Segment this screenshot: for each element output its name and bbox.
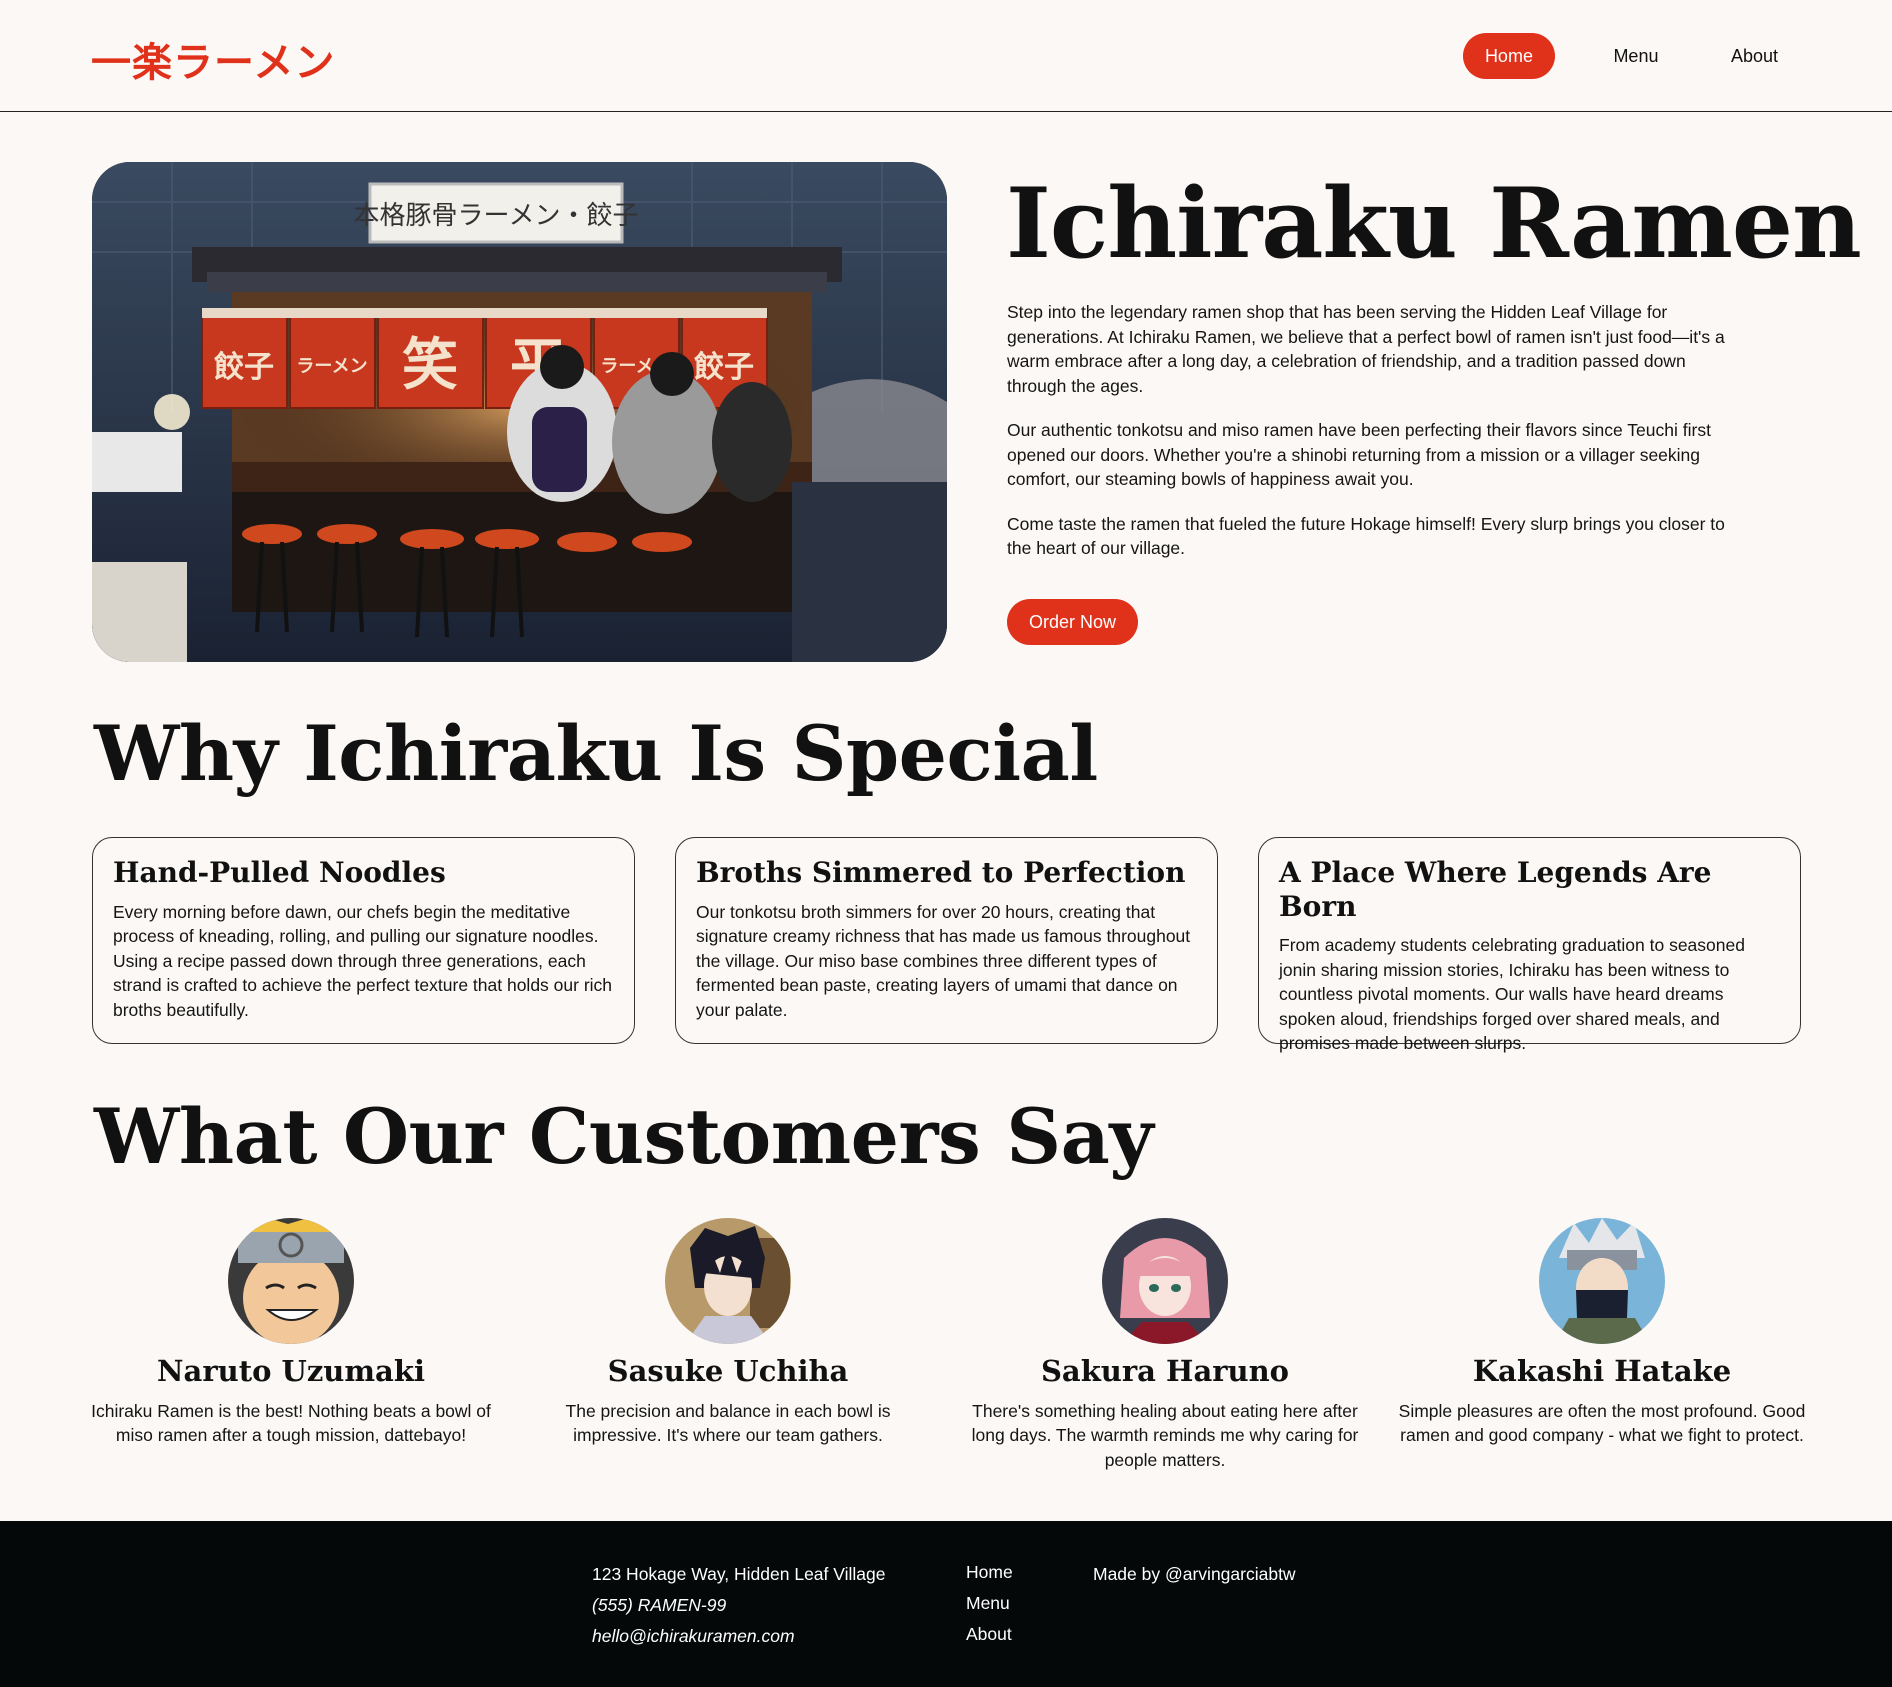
nav-home[interactable]: Home xyxy=(1462,33,1555,79)
feature-title: A Place Where Legends Are Born xyxy=(1279,856,1712,923)
hero-paragraph: Step into the legendary ramen shop that … xyxy=(1007,302,1725,396)
curtain-text-6: 餃子 xyxy=(694,350,754,385)
testimonial-name: Naruto Uzumaki xyxy=(157,1354,425,1388)
avatar-sakura xyxy=(1102,1218,1228,1344)
feature-text: From academy students celebrating gradua… xyxy=(1279,935,1745,1054)
feature-text: Our tonkotsu broth simmers for over 20 h… xyxy=(696,901,1191,1020)
footer-phone[interactable]: (555) RAMEN-99 xyxy=(592,1590,885,1621)
testimonial-card: Sakura Haruno There's something healing … xyxy=(960,1218,1370,1472)
footer-contact: 123 Hokage Way, Hidden Leaf Village (555… xyxy=(592,1559,885,1652)
testimonial-card: Naruto Uzumaki Ichiraku Ramen is the bes… xyxy=(86,1218,496,1448)
features-heading: Why Ichiraku Is Special xyxy=(94,709,1098,798)
avatar-kakashi xyxy=(1539,1218,1665,1344)
footer-address: 123 Hokage Way, Hidden Leaf Village xyxy=(592,1564,886,1584)
testimonial-name: Kakashi Hatake xyxy=(1472,1354,1732,1388)
hero-paragraph: Our authentic tonkotsu and miso ramen ha… xyxy=(1007,420,1711,489)
feature-text: Every morning before dawn, our chefs beg… xyxy=(113,901,613,1020)
testimonial-card: Kakashi Hatake Simple pleasures are ofte… xyxy=(1397,1218,1807,1448)
hero-image: 本格豚骨ラーメン・餃子 餃子 ラーメン 笑 平 ラーメン 餃子 xyxy=(92,162,947,662)
site-footer: 123 Hokage Way, Hidden Leaf Village (555… xyxy=(0,1521,1892,1687)
testimonial-card: Sasuke Uchiha The precision and balance … xyxy=(523,1218,933,1448)
footer-link-about[interactable]: About xyxy=(966,1619,1013,1650)
nav-menu[interactable]: Menu xyxy=(1571,33,1701,79)
ramen-stall-illustration: 本格豚骨ラーメン・餃子 餃子 ラーメン 笑 平 ラーメン 餃子 xyxy=(92,162,947,662)
testimonial-quote: Simple pleasures are often the most prof… xyxy=(1398,1400,1806,1446)
testimonial-quote: Ichiraku Ramen is the best! Nothing beat… xyxy=(91,1400,491,1446)
hero-paragraph: Come taste the ramen that fueled the fut… xyxy=(1007,513,1725,559)
feature-card: Broths Simmered to Perfection Our tonkot… xyxy=(675,837,1218,1044)
logo[interactable]: 一楽ラーメン xyxy=(91,30,335,88)
main-nav: Home Menu About xyxy=(1462,33,1800,79)
testimonials-heading: What Our Customers Say xyxy=(94,1092,1154,1181)
footer-nav: Home Menu About xyxy=(966,1557,1013,1650)
curtain-text-3: 笑 xyxy=(402,333,458,398)
testimonial-quote: The precision and balance in each bowl i… xyxy=(565,1400,891,1446)
feature-card: Hand-Pulled Noodles Every morning before… xyxy=(92,837,635,1044)
footer-credit[interactable]: Made by @arvingarciabtw xyxy=(1093,1559,1296,1590)
testimonial-name: Sasuke Uchiha xyxy=(607,1354,849,1388)
footer-link-menu[interactable]: Menu xyxy=(966,1588,1013,1619)
avatar-naruto xyxy=(228,1218,354,1344)
footer-email[interactable]: hello@ichirakuramen.com xyxy=(592,1621,885,1652)
testimonial-name: Sakura Haruno xyxy=(1040,1354,1290,1388)
nav-about[interactable]: About xyxy=(1717,33,1800,79)
curtain-text-2: ラーメン xyxy=(296,356,367,377)
footer-link-home[interactable]: Home xyxy=(966,1557,1013,1588)
site-header: 一楽ラーメン Home Menu About xyxy=(0,0,1892,112)
curtain-text-1: 餃子 xyxy=(214,350,274,385)
hero-description: Step into the legendary ramen shop that … xyxy=(1007,300,1727,581)
stall-sign-text: 本格豚骨ラーメン・餃子 xyxy=(354,201,639,231)
feature-title: Broths Simmered to Perfection xyxy=(696,856,1186,889)
order-now-button[interactable]: Order Now xyxy=(1007,599,1138,645)
hero-title: Ichiraku Ramen xyxy=(1006,167,1862,280)
feature-card: A Place Where Legends Are Born From acad… xyxy=(1258,837,1801,1053)
avatar-sasuke xyxy=(665,1218,791,1344)
testimonial-quote: There's something healing about eating h… xyxy=(971,1400,1359,1470)
feature-title: Hand-Pulled Noodles xyxy=(113,856,446,889)
